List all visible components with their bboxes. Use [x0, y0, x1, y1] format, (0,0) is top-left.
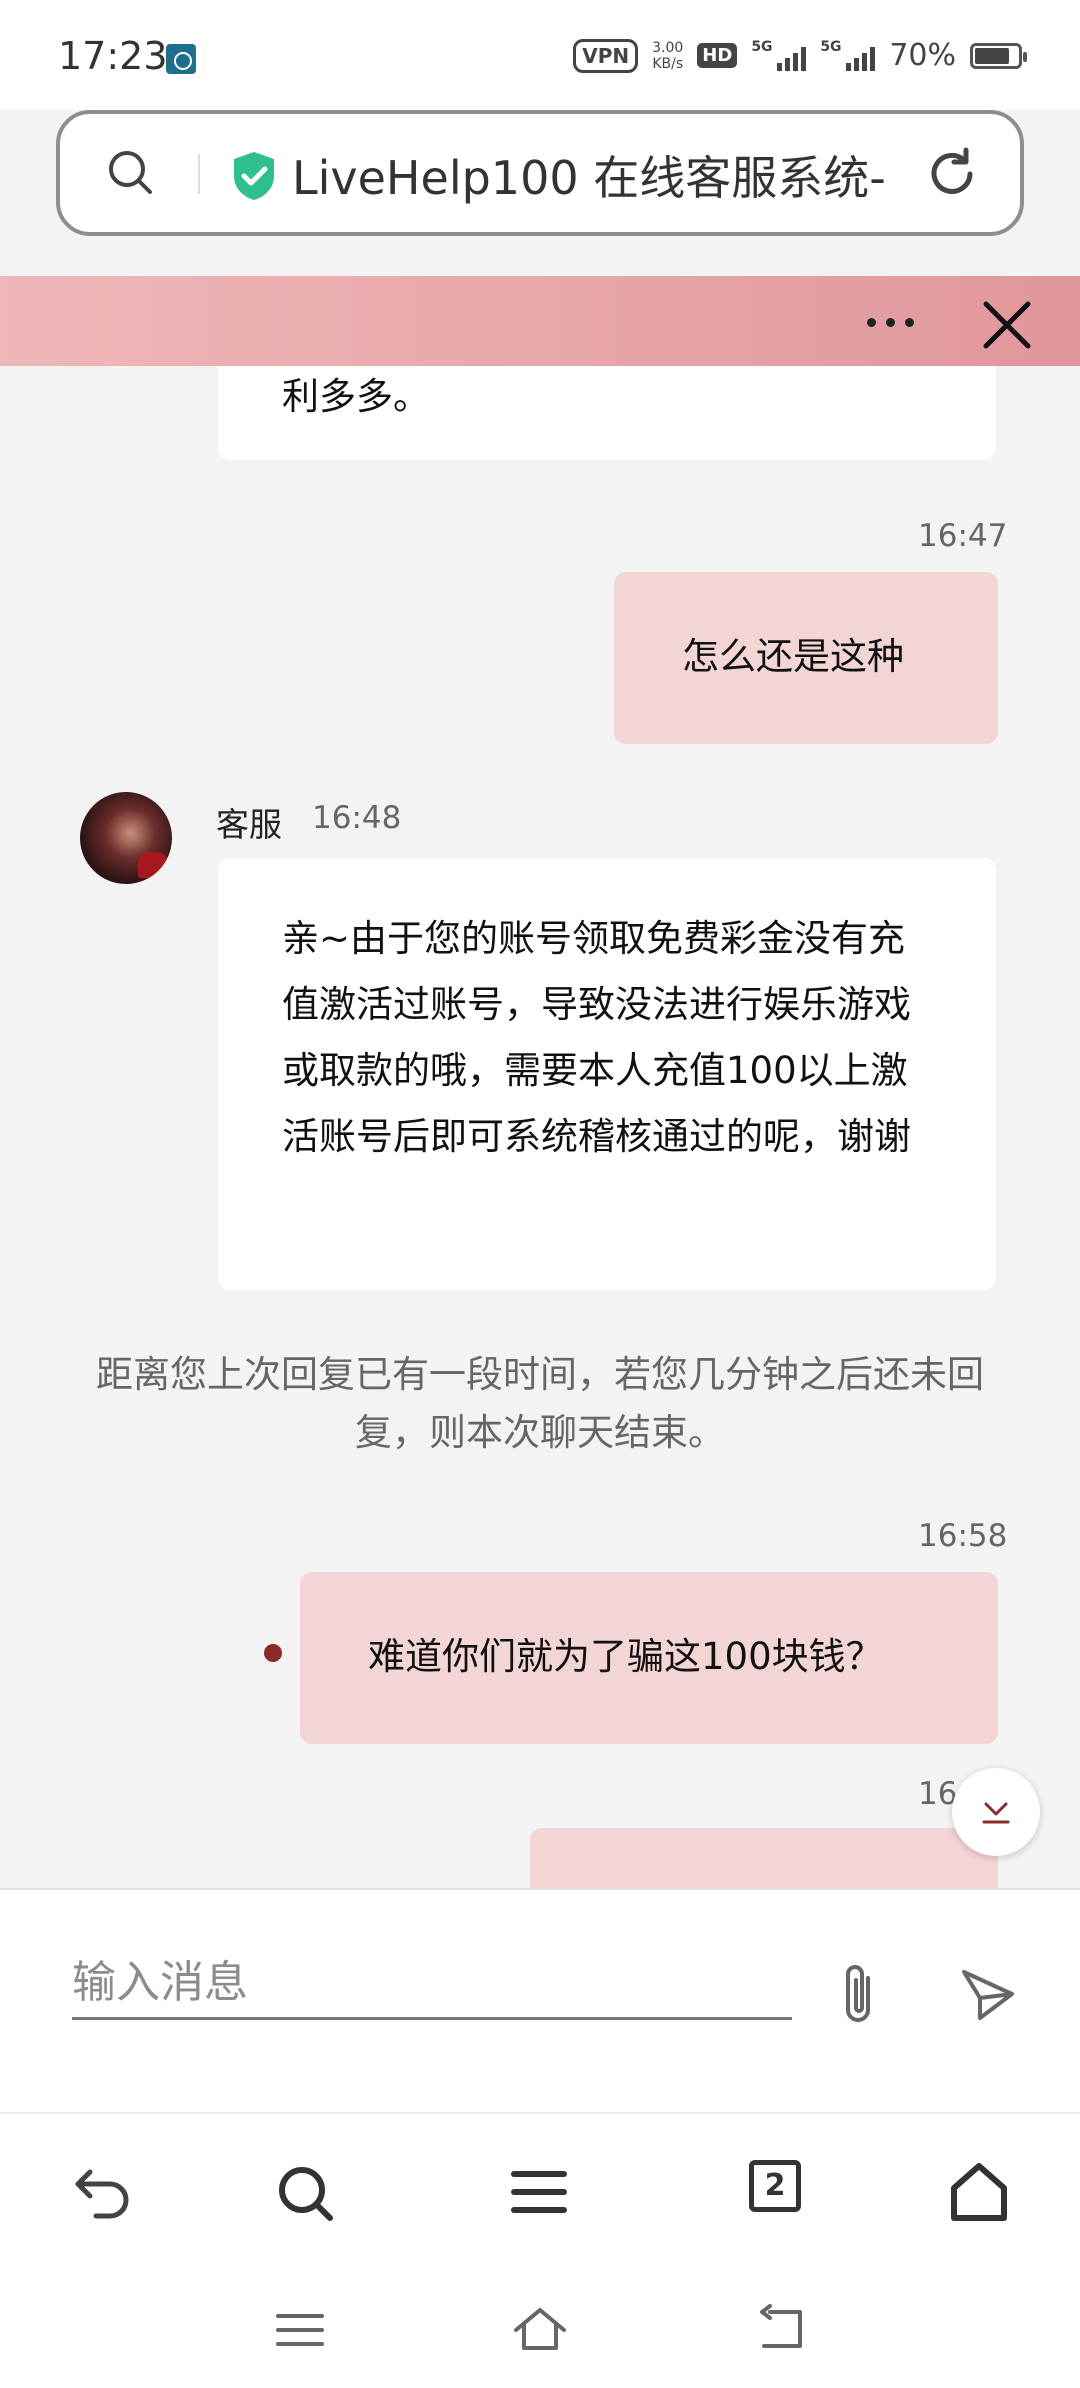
battery-percent: 70% [889, 38, 956, 73]
send-failed-indicator [264, 1644, 282, 1662]
shield-check-icon [234, 152, 274, 200]
agent-message-bubble: 亲~由于您的账号领取免费彩金没有充值激活过账号，导致没法进行娱乐游戏或取款的哦，… [218, 858, 996, 1290]
status-indicators: VPN 3.00 KB/s HD 5G 5G 70% [573, 38, 1027, 73]
battery-icon [970, 42, 1027, 69]
user-message-bubble: 难道你们就为了骗这100块钱？ [300, 1572, 998, 1744]
message-time: 16:58 [918, 1518, 1008, 1554]
address-bar[interactable]: LiveHelp100 在线客服系统- 聊 [56, 110, 1024, 236]
tabs-icon[interactable]: 2 [749, 2160, 801, 2212]
user-message-bubble-partial [530, 1828, 998, 1888]
agent-name: 客服 [216, 805, 282, 844]
address-divider [198, 154, 200, 194]
message-input[interactable] [72, 1948, 792, 2020]
network-speed-unit: KB/s [652, 55, 684, 72]
message-text: 利多多。 [282, 375, 430, 418]
more-dots-icon[interactable] [860, 302, 920, 342]
user-message-bubble: 怎么还是这种 [614, 572, 998, 744]
home-icon[interactable] [944, 2158, 1014, 2228]
vpn-badge: VPN [573, 38, 639, 73]
back-icon[interactable] [750, 2300, 810, 2360]
message-text: 亲~由于您的账号领取免费彩金没有充值激活过账号，导致没法进行娱乐游戏或取款的哦，… [282, 917, 911, 1158]
back-arrow-icon[interactable] [66, 2158, 136, 2228]
signal-1-icon: 5G [751, 38, 807, 71]
network-speed-value: 3.00 [652, 39, 684, 56]
message-time: 16:48 [312, 800, 402, 836]
home-icon[interactable] [510, 2300, 570, 2360]
scroll-down-button[interactable] [952, 1768, 1040, 1856]
reload-icon[interactable] [924, 146, 980, 202]
page-title[interactable]: LiveHelp100 在线客服系统- 聊 [292, 142, 902, 208]
menu-icon[interactable] [504, 2158, 574, 2228]
search-icon[interactable] [106, 148, 154, 196]
message-time: 16:47 [918, 518, 1008, 554]
recent-apps-icon[interactable] [270, 2300, 330, 2360]
message-composer [0, 1888, 1080, 2112]
agent-avatar [80, 792, 172, 884]
system-notice: 距离您上次回复已有一段时间，若您几分钟之后还未回复，则本次聊天结束。 [96, 1353, 984, 1454]
status-time: 17:23 [58, 34, 168, 78]
close-icon[interactable] [980, 298, 1034, 352]
chat-header-bar [0, 276, 1080, 366]
hd-voice-icon: HD [697, 43, 738, 68]
message-text: 难道你们就为了骗这100块钱？ [368, 1635, 883, 1678]
signal-2-label: 5G [820, 38, 842, 55]
chat-message-list[interactable]: 利多多。 16:47 怎么还是这种 客服 16:48 亲~由于您的账号领取免费彩… [0, 366, 1080, 1888]
app-notification-icon [166, 44, 196, 74]
paperclip-icon[interactable] [832, 1960, 886, 2030]
browser-toolbar: 2 [0, 2112, 1080, 2272]
message-text: 怎么还是这种 [682, 635, 904, 678]
network-speed: 3.00 KB/s [652, 40, 683, 72]
search-icon[interactable] [270, 2158, 340, 2228]
signal-1-label: 5G [751, 38, 773, 55]
signal-2-icon: 5G [820, 38, 876, 71]
send-icon[interactable] [958, 1964, 1018, 2024]
scroll-down-icon [982, 1802, 1010, 1824]
status-bar: 17:23 VPN 3.00 KB/s HD 5G 5G 70% [0, 0, 1080, 110]
system-navigation-bar [0, 2272, 1080, 2388]
agent-message-bubble-partial: 利多多。 [218, 366, 996, 460]
